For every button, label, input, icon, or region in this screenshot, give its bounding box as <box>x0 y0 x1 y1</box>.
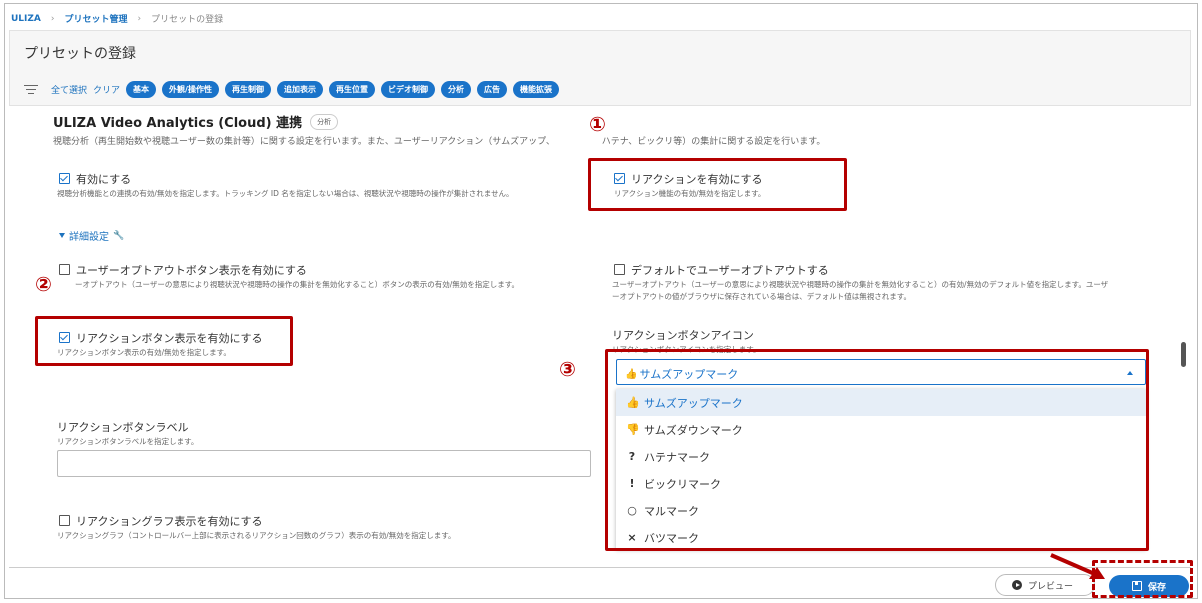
chip-additional-display[interactable]: 追加表示 <box>276 81 323 98</box>
app-frame: ULIZA › プリセット管理 › プリセットの登録 プリセットの登録 全て選択… <box>4 3 1198 599</box>
breadcrumb: ULIZA › プリセット管理 › プリセットの登録 <box>11 12 224 26</box>
page-header: プリセットの登録 全て選択 クリア 基本 外観/操作性 再生制御 追加表示 再生… <box>9 30 1191 106</box>
default-optout-option[interactable]: デフォルトでユーザーオプトアウトする <box>614 262 829 278</box>
enable-description: 視聴分析機能との連携の有効/無効を指定します。トラッキング ID 名を指定しない… <box>57 189 514 198</box>
breadcrumb-separator: › <box>137 13 142 24</box>
reaction-graph-description: リアクショングラフ（コントロールバー上部に表示されるリアクション回数のグラフ）表… <box>57 531 456 540</box>
default-optout-description-2: ーオプトアウトの値がブラウザに保存されている場合は、デフォルト値は無視されます。 <box>612 292 912 301</box>
reaction-icon-label: リアクションボタンアイコン <box>612 329 754 342</box>
chip-extensions[interactable]: 機能拡張 <box>512 81 559 98</box>
scrollbar[interactable] <box>1181 342 1186 367</box>
optout-button-label: ユーザーオプトアウトボタン表示を有効にする <box>76 264 307 277</box>
footer-bar: プレビュー 保存 <box>9 567 1191 598</box>
breadcrumb-separator: › <box>50 13 55 24</box>
chip-video-control[interactable]: ビデオ制御 <box>380 81 435 98</box>
section-title: ULIZA Video Analytics (Cloud) 連携 分析 <box>53 112 339 131</box>
chip-appearance[interactable]: 外観/操作性 <box>162 81 219 98</box>
wrench-icon: 🔧 <box>113 230 125 241</box>
section-title-text: ULIZA Video Analytics (Cloud) 連携 <box>53 116 303 131</box>
enable-checkbox[interactable] <box>59 173 70 184</box>
default-optout-checkbox[interactable] <box>614 264 625 275</box>
chip-playback-position[interactable]: 再生位置 <box>328 81 375 98</box>
breadcrumb-root[interactable]: ULIZA <box>11 14 41 24</box>
annotation-number-2: ② <box>35 272 52 296</box>
filter-icon[interactable] <box>24 84 38 95</box>
chip-basic[interactable]: 基本 <box>126 81 157 98</box>
reaction-label-input[interactable] <box>57 450 591 477</box>
reaction-label-description: リアクションボタンラベルを指定します。 <box>57 437 199 446</box>
optout-button-checkbox[interactable] <box>59 264 70 275</box>
chevron-down-icon <box>59 233 65 238</box>
default-optout-label: デフォルトでユーザーオプトアウトする <box>631 264 829 277</box>
category-filter-bar: 全て選択 クリア 基本 外観/操作性 再生制御 追加表示 再生位置 ビデオ制御 … <box>24 81 560 98</box>
optout-button-option[interactable]: ユーザーオプトアウトボタン表示を有効にする <box>59 262 307 278</box>
reaction-graph-option[interactable]: リアクショングラフ表示を有効にする <box>59 513 263 529</box>
breadcrumb-parent[interactable]: プリセット管理 <box>65 12 128 25</box>
chip-analytics[interactable]: 分析 <box>440 81 471 98</box>
play-icon <box>1012 580 1022 590</box>
default-optout-description-1: ユーザーオプトアウト（ユーザーの意思により視聴状況や視聴時の操作の集計を無効化す… <box>612 280 1109 289</box>
advanced-settings-label: 詳細設定 <box>69 232 109 243</box>
chip-playback-control[interactable]: 再生制御 <box>224 81 271 98</box>
chip-ads[interactable]: 広告 <box>476 81 507 98</box>
breadcrumb-current: プリセットの登録 <box>151 15 224 25</box>
annotation-number-3: ③ <box>559 357 576 381</box>
highlight-box-1 <box>588 158 847 211</box>
reaction-graph-checkbox[interactable] <box>59 515 70 526</box>
highlight-box-2 <box>35 316 293 366</box>
reaction-label-label: リアクションボタンラベル <box>57 421 189 434</box>
enable-option[interactable]: 有効にする <box>59 171 131 187</box>
clear-link[interactable]: クリア <box>93 83 120 96</box>
section-description-text: 視聴分析（再生開始数や視聴ユーザー数の集計等）に関する設定を行います。また、ユー… <box>53 137 555 147</box>
enable-label: 有効にする <box>76 173 132 186</box>
page-title: プリセットの登録 <box>24 46 136 62</box>
optout-button-description: ーオプトアウト（ユーザーの意思により視聴状況や視聴時の操作の集計を無効化すること… <box>75 280 519 289</box>
section-tag: 分析 <box>310 113 339 130</box>
section-description-tail: ハテナ、ビックリ等）の集計に関する設定を行います。 <box>601 137 826 147</box>
section-description: 視聴分析（再生開始数や視聴ユーザー数の集計等）に関する設定を行います。また、ユー… <box>53 134 825 147</box>
highlight-box-3 <box>605 349 1149 551</box>
arrow-icon <box>1050 553 1105 579</box>
reaction-graph-label: リアクショングラフ表示を有効にする <box>76 515 263 528</box>
advanced-settings-toggle[interactable]: 詳細設定 🔧 <box>59 228 124 243</box>
annotation-number-1: ① <box>589 112 606 136</box>
select-all-link[interactable]: 全て選択 <box>51 83 87 96</box>
